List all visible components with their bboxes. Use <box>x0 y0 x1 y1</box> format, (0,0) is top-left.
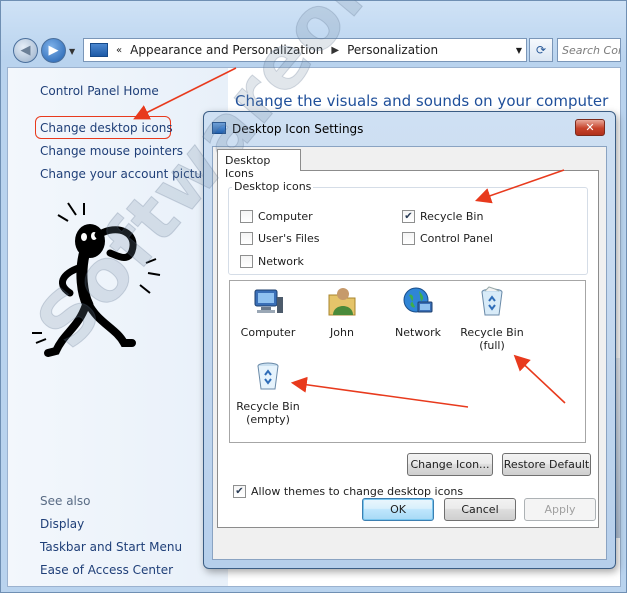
checkbox-label: Allow themes to change desktop icons <box>251 485 464 498</box>
link-ease-of-access[interactable]: Ease of Access Center <box>40 563 173 577</box>
icon-label: Computer <box>240 326 296 339</box>
checkbox-label: Recycle Bin <box>420 210 484 223</box>
ok-button[interactable]: OK <box>362 498 434 521</box>
group-label: Desktop icons <box>232 180 314 193</box>
search-input[interactable]: Search Cont <box>557 38 621 62</box>
list-item[interactable]: John <box>306 285 378 339</box>
list-item[interactable]: Network <box>382 285 454 339</box>
link-taskbar-start-menu[interactable]: Taskbar and Start Menu <box>40 540 182 554</box>
checkbox-box[interactable]: ✔ <box>233 485 246 498</box>
icon-label-line1: Recycle Bin <box>236 400 300 413</box>
recent-pages-dropdown-icon[interactable]: ▼ <box>69 47 75 56</box>
icon-label: John <box>330 326 354 339</box>
desktop-icon-settings-dialog: Desktop Icon Settings ✕ Desktop Icons De… <box>203 111 616 569</box>
link-control-panel-home[interactable]: Control Panel Home <box>40 84 159 98</box>
close-button[interactable]: ✕ <box>575 119 605 136</box>
refresh-icon: ⟳ <box>535 43 547 57</box>
checkbox-network[interactable]: Network <box>240 255 304 268</box>
address-dropdown-icon[interactable]: ▼ <box>516 46 522 55</box>
close-icon: ✕ <box>585 121 595 134</box>
control-panel-icon <box>90 43 108 57</box>
arrow-left-icon: ◀ <box>20 43 31 58</box>
checkmark-icon: ✔ <box>235 485 244 497</box>
link-display[interactable]: Display <box>40 517 84 531</box>
checkbox-box[interactable] <box>240 232 253 245</box>
checkbox-label: Computer <box>258 210 313 223</box>
checkbox-control-panel[interactable]: Control Panel <box>402 232 493 245</box>
checkbox-box[interactable] <box>240 255 253 268</box>
checkbox-label: Network <box>258 255 304 268</box>
icon-label-line2: (empty) <box>246 413 290 426</box>
icon-label-line1: Recycle Bin <box>460 326 524 339</box>
checkbox-box[interactable]: ✔ <box>402 210 415 223</box>
checkbox-allow-themes[interactable]: ✔ Allow themes to change desktop icons <box>233 485 463 498</box>
restore-default-button[interactable]: Restore Default <box>502 453 591 476</box>
recycle-bin-full-icon <box>481 286 503 316</box>
icon-label-line2: (full) <box>479 339 505 352</box>
checkbox-users-files[interactable]: User's Files <box>240 232 319 245</box>
network-globe-icon <box>403 287 433 313</box>
breadcrumb-overflow-icon[interactable]: « <box>116 45 122 56</box>
checkbox-recycle-bin[interactable]: ✔ Recycle Bin <box>402 210 483 223</box>
checkbox-computer[interactable]: Computer <box>240 210 313 223</box>
list-item[interactable]: Recycle Bin (full) <box>456 285 528 352</box>
list-item[interactable]: Computer <box>232 285 304 339</box>
user-folder-icon <box>328 288 356 316</box>
icon-label: Network <box>395 326 441 339</box>
icon-list[interactable]: Computer John Network Recycle Bin (full)… <box>229 280 586 443</box>
checkmark-icon: ✔ <box>404 210 413 222</box>
breadcrumb-personalization[interactable]: Personalization <box>347 43 438 57</box>
see-also-heading: See also <box>40 494 91 508</box>
tab-desktop-icons[interactable]: Desktop Icons <box>217 149 301 180</box>
apply-button: Apply <box>524 498 596 521</box>
checkbox-label: Control Panel <box>420 232 493 245</box>
checkbox-label: User's Files <box>258 232 320 245</box>
checkbox-box[interactable] <box>402 232 415 245</box>
arrow-right-icon: ▶ <box>48 43 59 58</box>
list-item[interactable]: Recycle Bin (empty) <box>232 359 304 426</box>
computer-icon <box>254 289 283 313</box>
refresh-button[interactable]: ⟳ <box>529 38 553 62</box>
link-change-desktop-icons[interactable]: Change desktop icons <box>40 121 173 135</box>
recycle-bin-empty-icon <box>257 362 279 390</box>
cancel-button[interactable]: Cancel <box>444 498 516 521</box>
change-icon-button[interactable]: Change Icon... <box>407 453 493 476</box>
forward-button[interactable]: ▶ <box>41 38 66 63</box>
back-button[interactable]: ◀ <box>13 38 38 63</box>
checkbox-box[interactable] <box>240 210 253 223</box>
